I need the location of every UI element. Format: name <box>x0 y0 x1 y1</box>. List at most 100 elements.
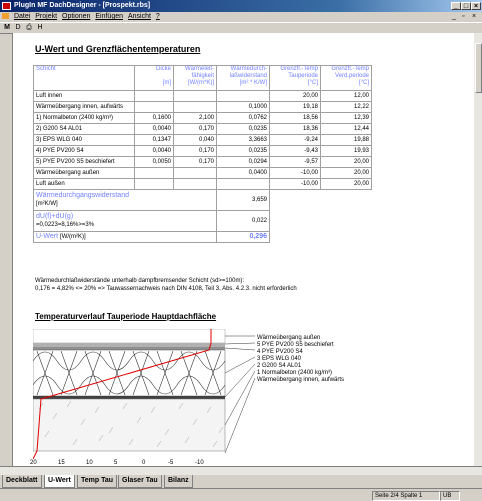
table-cell <box>134 178 174 190</box>
table-cell: 12,00 <box>320 90 372 102</box>
delta-u-row-value: 0,022 <box>216 210 270 232</box>
minimize-button[interactable]: _ <box>451 2 461 10</box>
note-line-2: 0,176 = 4,82% <= 20% => Tauwassernachwei… <box>35 286 297 292</box>
u-value-value: 0,296 <box>216 231 270 243</box>
table-cell <box>216 178 270 190</box>
header-waermedurchlasswiderstand: Wärmedurch- laßwiderstand [m² * K/W] <box>216 65 270 91</box>
header-waermeleitfaehigkeit: Wärmeleit- fähigkeit [W/(m*K)] <box>173 65 217 91</box>
menu-bar: Datei Projekt Optionen Einfügen Ansicht … <box>0 12 482 22</box>
u-value-label: U-Wert <box>36 233 59 240</box>
table-cell: 4) PYE PV200 S4 <box>33 145 135 157</box>
resistance-row-label: Wärmedurchgangswiderstand [m²K/W] <box>33 189 217 211</box>
table-cell: -10,00 <box>269 178 321 190</box>
sheet-tabs: Deckblatt U-Wert Temp Tau Glaser Tau Bil… <box>0 474 482 488</box>
diagram-title: Temperaturverlauf Tauperiode Hauptdachfl… <box>35 312 217 321</box>
vertical-scrollbar[interactable] <box>473 33 482 466</box>
tab-temp-tau[interactable]: Temp Tau <box>77 475 118 488</box>
window-title: PlugIn MF DachDesigner - [Prospekt.rbs] <box>14 2 151 9</box>
table-cell: 19,18 <box>269 101 321 113</box>
table-row: 5) PYE PV200 S5 beschiefert 0,0050 0,170 0,… <box>33 156 372 168</box>
tab-u-wert[interactable]: U-Wert <box>44 475 75 488</box>
maximize-button[interactable]: □ <box>461 2 471 10</box>
vertical-scroll-thumb[interactable] <box>475 43 482 93</box>
table-cell <box>173 167 217 179</box>
table-row: 3) EPS WLG 040 0,1347 0,040 3,3663 -9,24 19,8… <box>33 134 372 146</box>
table-cell: 0,0400 <box>216 167 270 179</box>
resistance-row-title: Wärmedurchgangswiderstand <box>36 192 129 199</box>
u-value-label-cell: U-Wert [W/(m²K)] <box>33 231 217 243</box>
table-cell <box>173 178 217 190</box>
table-cell: 0,0762 <box>216 112 270 124</box>
table-cell: -9,43 <box>269 145 321 157</box>
save-icon[interactable]: H <box>36 24 44 32</box>
table-header-row: Schicht Dicke [m] Wärmeleit- fähigkeit [W/… <box>33 65 372 91</box>
table-cell: 18,56 <box>269 112 321 124</box>
menu-help[interactable]: ? <box>156 12 160 22</box>
table-cell: 0,170 <box>173 145 217 157</box>
print-icon[interactable]: ⎙ <box>25 24 33 32</box>
table-cell: 5) PYE PV200 S5 beschiefert <box>33 156 135 168</box>
table-cell: 0,0050 <box>134 156 174 168</box>
temperature-diagram <box>33 329 256 459</box>
delta-u-row-title: dU(f)+dU(g) <box>36 213 74 220</box>
table-cell: 19,88 <box>320 134 372 146</box>
table-row: Wärmeübergang innen, aufwärts 0,1000 19,18… <box>33 101 372 113</box>
tab-deckblatt[interactable]: Deckblatt <box>2 475 42 488</box>
legend-leaders <box>224 335 256 454</box>
note-line-1: Wärmedurchlaßwiderstände unterhalb dampf… <box>35 278 245 284</box>
table-cell: 0,1347 <box>134 134 174 146</box>
menu-projekt[interactable]: Projekt <box>35 12 57 22</box>
u-value-row: U-Wert [W/(m²K)] 0,296 <box>33 231 372 243</box>
table-cell: 0,0235 <box>216 145 270 157</box>
table-cell <box>134 167 174 179</box>
toolbar-m-button[interactable]: M <box>3 24 11 32</box>
page-title: U-Wert und Grenzflächentemperaturen <box>35 44 201 54</box>
document-page: U-Wert und Grenzflächentemperaturen Schi… <box>12 33 473 466</box>
close-button[interactable]: × <box>471 2 481 10</box>
table-cell: 12,44 <box>320 123 372 135</box>
table-cell: 12,22 <box>320 101 372 113</box>
table-row: 1) Normalbeton (2400 kg/m³) 0,1600 2,100 0,… <box>33 112 372 124</box>
table-cell: 0,1000 <box>216 101 270 113</box>
header-temp-verdperiode: Grenzfl.-Temp Verd.periode [°C] <box>320 65 372 91</box>
table-cell: Luft außen <box>33 178 135 190</box>
header-dicke: Dicke [m] <box>134 65 174 91</box>
table-row: Luft außen -10,00 20,00 <box>33 178 372 190</box>
tab-glaser-tau[interactable]: Glaser Tau <box>118 475 162 488</box>
table-cell: -9,57 <box>269 156 321 168</box>
doc-minimize-button[interactable]: _ <box>452 12 456 22</box>
table-cell: 19,93 <box>320 145 372 157</box>
layer-2-vapour-barrier <box>33 396 225 399</box>
legend-item: 3 EPS WLG 040 <box>257 356 302 362</box>
layer-5-membrane <box>33 343 225 347</box>
menu-datei[interactable]: Datei <box>14 12 30 22</box>
table-cell: 0,040 <box>173 134 217 146</box>
new-document-icon[interactable]: D <box>14 24 22 32</box>
doc-restore-button[interactable]: ▫ <box>462 12 464 22</box>
table-row: Luft innen 20,00 12,00 <box>33 90 372 102</box>
delta-u-row-label: dU(f)+dU(g) =0,0223=8,16%>=3% <box>33 210 217 232</box>
table-cell: Wärmeübergang außen <box>33 167 135 179</box>
legend-item: Wärmeübergang innen, aufwärts <box>257 377 345 383</box>
menu-ansicht[interactable]: Ansicht <box>128 12 151 22</box>
menu-optionen[interactable]: Optionen <box>62 12 90 22</box>
table-cell: -9,24 <box>269 134 321 146</box>
resistance-row-value: 3,659 <box>216 189 270 211</box>
u-value-table: Schicht Dicke [m] Wärmeleit- fähigkeit [W/… <box>33 65 372 243</box>
u-value-unit: [W/(m²K)] <box>60 234 86 240</box>
menu-einfuegen[interactable]: Einfügen <box>95 12 123 22</box>
table-cell <box>134 101 174 113</box>
status-bar: Seite 2/4 Spalte 1 UB <box>0 488 482 501</box>
table-cell <box>173 90 217 102</box>
resistance-row: Wärmedurchgangswiderstand [m²K/W] 3,659 <box>33 189 372 211</box>
table-cell: 0,0294 <box>216 156 270 168</box>
table-cell: Luft innen <box>33 90 135 102</box>
outer-air-zone <box>33 329 226 344</box>
legend-item: Wärmeübergang außen <box>257 335 321 341</box>
legend-item: 4 PYE PV200 S4 <box>257 349 303 355</box>
table-row: Wärmeübergang außen 0,0400 -10,00 20,00 <box>33 167 372 179</box>
tab-bilanz[interactable]: Bilanz <box>164 475 193 488</box>
table-cell: 0,170 <box>173 156 217 168</box>
document-icon[interactable] <box>2 13 9 20</box>
doc-close-button[interactable]: × <box>472 12 476 22</box>
